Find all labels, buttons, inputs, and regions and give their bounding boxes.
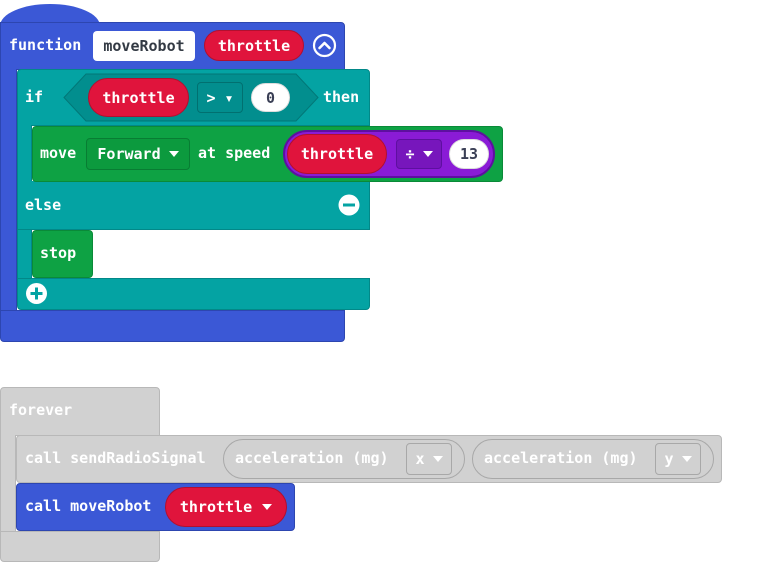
call-arg-value: throttle [179,498,253,516]
chevron-down-icon [262,504,273,510]
function-name-field[interactable]: moveRobot [93,31,195,61]
accel-x-axis-dropdown[interactable]: x [406,443,452,475]
then-label: then [323,88,360,106]
call-move-robot-label: call moveRobot [25,497,152,515]
direction-dropdown[interactable]: Forward [86,138,190,170]
else-label: else [25,196,62,214]
function-keyword: function [9,36,82,54]
divisor-value[interactable]: 13 [449,139,489,169]
function-spine [0,69,17,312]
collapse-icon[interactable] [312,33,337,58]
function-param-throttle[interactable]: throttle [204,30,304,61]
math-operator-dropdown[interactable]: ÷ [396,139,442,169]
if-footer [17,278,370,310]
accel-y-label: acceleration (mg) [484,449,638,467]
if-label: if [25,88,44,106]
forever-footer [0,531,160,562]
at-speed-label: at speed [198,144,271,162]
move-label: move [40,144,77,162]
add-else-icon[interactable] [25,282,48,305]
accel-x-axis-value: x [415,450,425,468]
comparison-operator-dropdown[interactable]: > ▾ [197,82,243,113]
condition-throttle[interactable]: throttle [88,78,189,117]
forever-spine [0,435,16,533]
else-row [17,181,370,230]
condition-value[interactable]: 0 [251,83,290,112]
forever-keyword: forever [9,401,73,419]
accel-x-label: acceleration (mg) [235,449,389,467]
chevron-down-icon [681,456,692,462]
chevron-down-icon [422,151,433,157]
chevron-down-icon [432,456,443,462]
accel-y-axis-value: y [664,450,674,468]
direction-value: Forward [97,145,161,163]
chevron-down-icon [168,151,179,157]
speed-throttle[interactable]: throttle [287,134,387,174]
call-send-radio-signal-label: call sendRadioSignal [25,449,206,467]
remove-else-icon[interactable] [337,193,361,217]
function-footer [0,310,345,342]
stop-label: stop [40,244,77,262]
operator-value: ÷ [405,145,415,163]
accel-y-axis-dropdown[interactable]: y [655,443,701,475]
call-move-robot-arg[interactable]: throttle [165,487,287,527]
